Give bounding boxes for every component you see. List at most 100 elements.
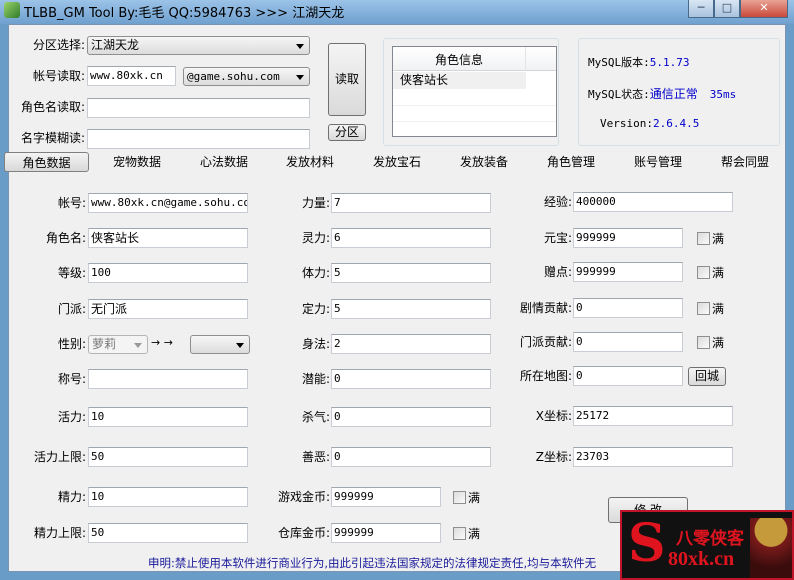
field-label: 身法: — [301, 337, 330, 351]
field-label: 剧情贡献: — [519, 301, 572, 315]
field-input[interactable]: 10 — [88, 407, 248, 427]
chevron-down-icon — [296, 75, 304, 80]
full-checkbox[interactable] — [453, 491, 466, 504]
domain-value: @game.sohu.com — [187, 70, 280, 83]
field-label: 潜能: — [301, 372, 330, 386]
field-input[interactable]: 50 — [88, 447, 248, 467]
field-label: 元宝: — [543, 231, 572, 245]
close-button[interactable]: ✕ — [740, 0, 788, 18]
full-checkbox-label: 满 — [712, 266, 725, 280]
field-input[interactable]: 999999 — [573, 228, 683, 248]
tab-role-data[interactable]: 角色数据 — [4, 152, 89, 172]
chevron-down-icon — [296, 44, 304, 49]
gender-value: 萝莉 — [92, 337, 117, 351]
field-label: 门派贡献: — [519, 335, 572, 349]
zone-select[interactable]: 江湖天龙 — [87, 36, 310, 55]
maximize-button[interactable]: □ — [714, 0, 740, 18]
field-input[interactable]: 999999 — [573, 262, 683, 282]
field-input[interactable]: 999999 — [331, 487, 441, 507]
mysql-latency: 35ms — [709, 88, 737, 101]
field-label: 定力: — [301, 302, 330, 316]
role-list-header[interactable]: 角色信息 — [393, 47, 526, 71]
tool-version-value: 2.6.4.5 — [652, 117, 700, 130]
app-icon — [4, 2, 20, 18]
field-input[interactable]: 0 — [331, 369, 491, 389]
fuzzy-input[interactable] — [87, 129, 310, 149]
read-button[interactable]: 读取 — [328, 43, 366, 116]
field-label: X坐标: — [535, 409, 572, 423]
zone-label: 分区选择: — [32, 38, 85, 52]
tab-account-manage[interactable]: 账号管理 — [618, 152, 698, 172]
watermark-title: 八零侠客 — [676, 529, 744, 549]
field-input[interactable]: www.80xk.cn@game.sohu.com — [88, 193, 248, 213]
field-input[interactable]: 0 — [573, 332, 683, 352]
field-input[interactable]: 6 — [331, 228, 491, 248]
zone-button[interactable]: 分区 — [328, 124, 366, 141]
field-label: 力量: — [301, 196, 330, 210]
grid-line — [393, 121, 556, 122]
field-input[interactable]: 5 — [331, 299, 491, 319]
field-label: 活力: — [57, 410, 86, 424]
field-input[interactable]: 0 — [331, 447, 491, 467]
field-label: 杀气: — [301, 410, 330, 424]
zone-value: 江湖天龙 — [91, 38, 140, 52]
tab-materials[interactable]: 发放材料 — [270, 152, 350, 172]
mysql-version-value: 5.1.73 — [649, 56, 690, 69]
field-input[interactable]: 23703 — [573, 447, 733, 467]
title-bar: TLBB_GM Tool By:毛毛 QQ:5984763 >>> 江湖天龙 ─… — [0, 0, 794, 24]
field-input[interactable]: 5 — [331, 263, 491, 283]
tab-role-manage[interactable]: 角色管理 — [531, 152, 611, 172]
mysql-status-row: MySQL状态:通信正常 35ms — [588, 85, 736, 102]
role-list-item[interactable]: 侠客站长 — [393, 72, 526, 89]
tab-guild[interactable]: 帮会同盟 — [705, 152, 785, 172]
domain-select[interactable]: @game.sohu.com — [183, 67, 310, 86]
field-input[interactable]: 0 — [573, 298, 683, 318]
field-input[interactable]: 0 — [573, 366, 683, 386]
tab-equipment[interactable]: 发放装备 — [444, 152, 524, 172]
field-input[interactable]: 999999 — [331, 523, 441, 543]
field-input[interactable]: 7 — [331, 193, 491, 213]
mysql-status-label: MySQL状态: — [588, 88, 650, 101]
gender-select[interactable]: 萝莉 — [88, 335, 148, 354]
grid-line — [393, 105, 556, 106]
field-label: 等级: — [57, 266, 86, 280]
arrow-icon: → → — [151, 336, 173, 349]
full-checkbox[interactable] — [697, 232, 710, 245]
full-checkbox-label: 满 — [712, 336, 725, 350]
role-input[interactable] — [87, 98, 310, 118]
chevron-down-icon — [134, 343, 142, 348]
field-input[interactable]: 2 — [331, 334, 491, 354]
field-input[interactable]: 10 — [88, 487, 248, 507]
field-input[interactable] — [88, 369, 248, 389]
field-label: 所在地图: — [519, 369, 572, 383]
minimize-button[interactable]: ─ — [688, 0, 714, 18]
field-label: 帐号: — [57, 196, 86, 210]
field-input[interactable]: 25172 — [573, 406, 733, 426]
field-input[interactable]: 400000 — [573, 192, 733, 212]
window-title: TLBB_GM Tool By:毛毛 QQ:5984763 >>> 江湖天龙 — [24, 6, 345, 21]
mysql-version-label: MySQL版本: — [588, 56, 650, 69]
field-label: 活力上限: — [33, 450, 86, 464]
full-checkbox[interactable] — [697, 302, 710, 315]
tab-skill-data[interactable]: 心法数据 — [184, 152, 264, 172]
full-checkbox[interactable] — [697, 266, 710, 279]
full-checkbox[interactable] — [453, 527, 466, 540]
full-checkbox[interactable] — [697, 336, 710, 349]
field-input[interactable]: 100 — [88, 263, 248, 283]
mysql-info-panel: MySQL版本:5.1.73 MySQL状态:通信正常 35ms Version:… — [578, 38, 780, 146]
return-city-button[interactable]: 回城 — [688, 367, 726, 386]
field-input[interactable]: 侠客站长 — [88, 228, 248, 248]
role-list[interactable]: 角色信息 侠客站长 — [392, 46, 557, 137]
field-label: 游戏金币: — [277, 490, 330, 504]
field-label: 善恶: — [301, 450, 330, 464]
field-input[interactable]: 50 — [88, 523, 248, 543]
tab-gems[interactable]: 发放宝石 — [357, 152, 437, 172]
account-input[interactable]: www.80xk.cn — [87, 66, 176, 86]
full-checkbox-label: 满 — [712, 232, 725, 246]
field-input[interactable]: 无门派 — [88, 299, 248, 319]
statement-text: 申明:禁止使用本软件进行商业行为,由此引起违法国家规定的法律规定责任,均与本软件… — [148, 556, 597, 570]
mysql-version-row: MySQL版本:5.1.73 — [588, 54, 690, 70]
field-label: 称号: — [57, 372, 86, 386]
field-input[interactable]: 0 — [331, 407, 491, 427]
tab-pet-data[interactable]: 宠物数据 — [97, 152, 177, 172]
